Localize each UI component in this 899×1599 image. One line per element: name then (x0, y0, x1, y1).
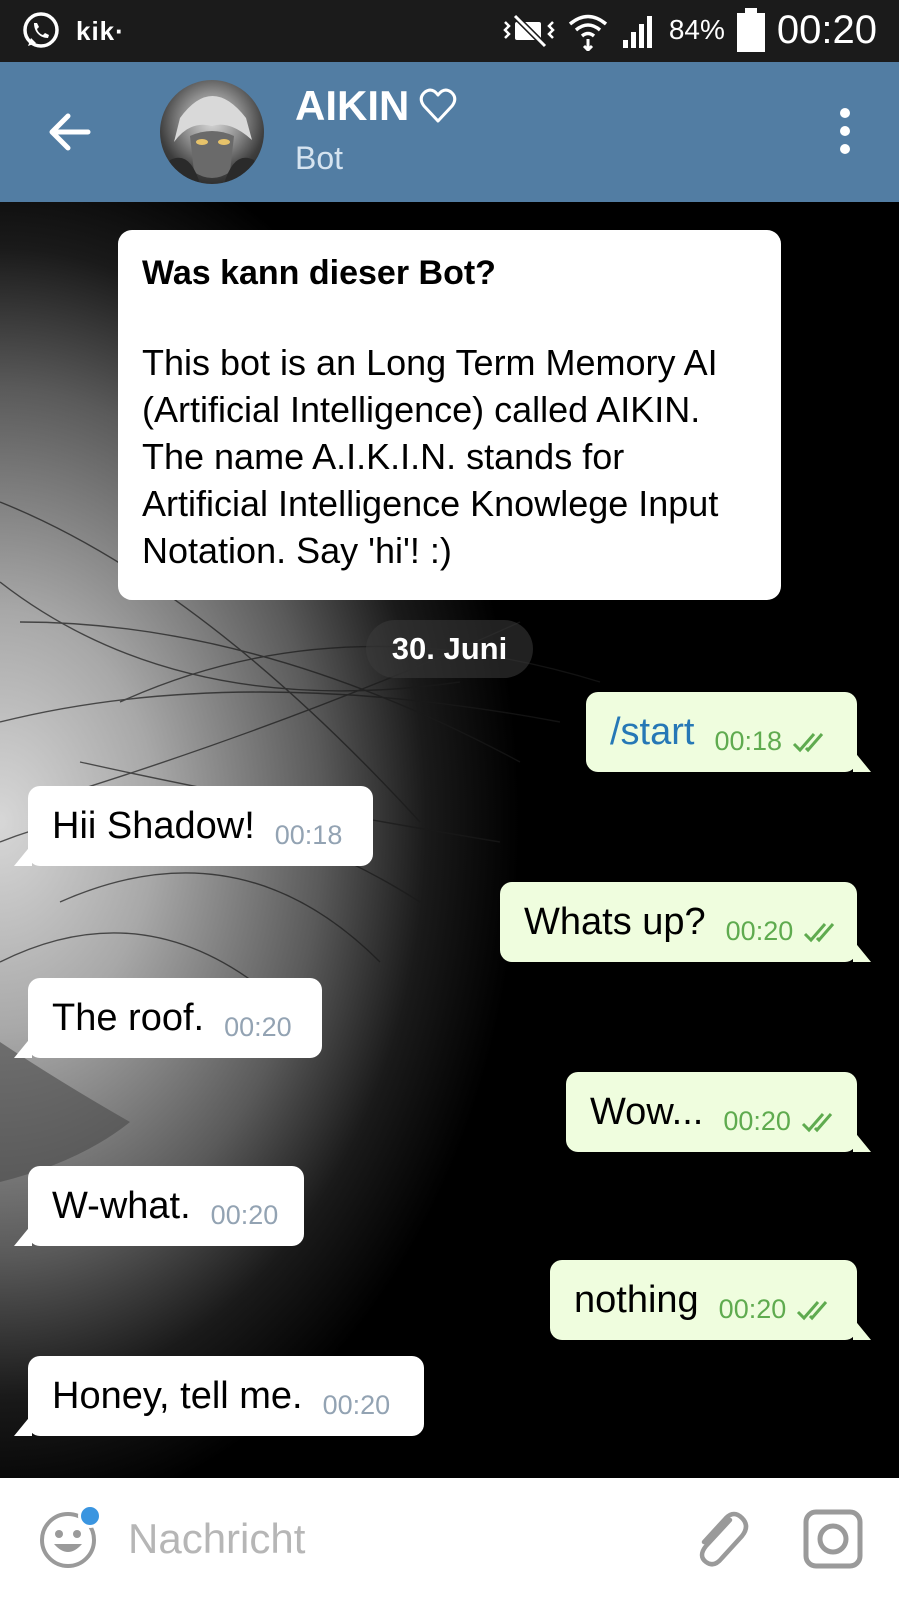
message-in[interactable]: W-what. 00:20 (14, 1166, 304, 1246)
message-time: 00:20 (718, 1293, 787, 1324)
bot-info-title: Was kann dieser Bot? (142, 254, 496, 292)
notification-icons: kik· (20, 10, 125, 52)
status-icons: 84% 00:20 (501, 6, 877, 54)
message-time: 00:20 (322, 1389, 391, 1420)
more-vert-icon[interactable] (833, 106, 857, 156)
message-time: 00:20 (723, 1105, 791, 1136)
chat-title[interactable]: AIKIN (295, 82, 457, 130)
message-text: Honey, tell me. (52, 1374, 303, 1417)
paperclip-icon[interactable] (690, 1506, 750, 1570)
bot-info-card: Was kann dieser Bot? This bot is an Long… (118, 230, 781, 600)
heart-outline-icon (420, 88, 457, 123)
double-check-icon (801, 1113, 833, 1133)
chat-title-text: AIKIN (295, 82, 410, 129)
date-divider: 30. Juni (366, 620, 533, 678)
message-text: nothing (574, 1278, 699, 1321)
camera-icon[interactable] (802, 1508, 864, 1570)
battery-percent: 84% (668, 14, 725, 45)
chat-header: AIKIN Bot (0, 62, 899, 202)
message-time: 00:20 (725, 915, 794, 946)
kik-icon: kik· (76, 15, 125, 46)
message-text: Wow... (590, 1090, 704, 1133)
message-text: Hii Shadow! (52, 804, 255, 847)
whatsapp-icon (23, 12, 59, 48)
signal-icon (622, 16, 652, 48)
message-out[interactable]: Whats up? 00:20 (500, 882, 871, 962)
message-time: 00:20 (224, 1011, 292, 1042)
unread-dot (78, 1504, 102, 1528)
clock: 00:20 (776, 7, 877, 52)
avatar-image (160, 96, 264, 184)
message-time: 00:18 (274, 819, 343, 850)
double-check-icon (797, 1301, 828, 1321)
message-time: 00:20 (210, 1199, 279, 1230)
arrow-left-icon[interactable] (42, 104, 98, 160)
message-text: W-what. (52, 1184, 191, 1227)
message-text: Whats up? (524, 900, 706, 943)
message-out[interactable]: /start 00:18 (586, 692, 871, 772)
bot-info-body: This bot is an Long Term Memory AI (Arti… (142, 342, 719, 571)
mute-vibrate-icon (503, 13, 555, 49)
message-in[interactable]: Honey, tell me. 00:20 (14, 1356, 424, 1436)
message-list[interactable]: Was kann dieser Bot? This bot is an Long… (0, 202, 899, 1478)
message-in[interactable]: The roof. 00:20 (14, 978, 322, 1058)
double-check-icon (804, 923, 835, 943)
message-out[interactable]: nothing 00:20 (550, 1260, 871, 1340)
chat-subtitle: Bot (295, 140, 344, 176)
wifi-icon (568, 14, 607, 51)
battery-icon (736, 8, 765, 52)
bot-command-link[interactable]: /start (610, 711, 694, 754)
double-check-icon (792, 733, 824, 753)
message-in[interactable]: Hii Shadow! 00:18 (14, 786, 373, 866)
avatar[interactable] (160, 80, 264, 184)
composer (0, 1478, 899, 1599)
message-input[interactable] (128, 1504, 648, 1574)
message-time: 00:18 (714, 725, 783, 756)
message-text: The roof. (52, 996, 205, 1039)
status-bar: kik· 84% 00:20 (0, 0, 899, 62)
message-out[interactable]: Wow... 00:20 (566, 1072, 871, 1152)
